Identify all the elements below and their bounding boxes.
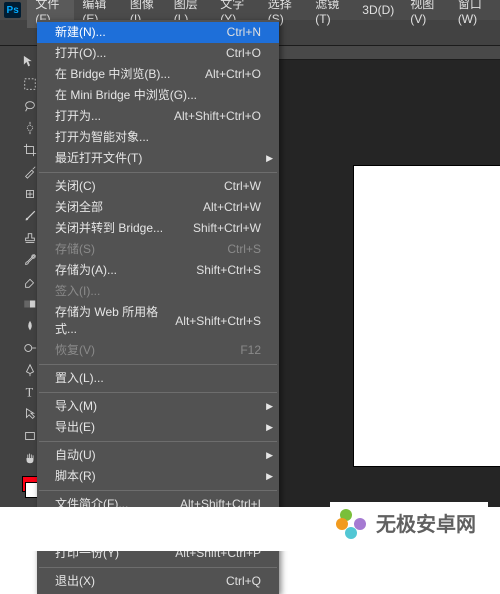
- dock-gutter: [0, 46, 16, 551]
- menu-separator: [39, 364, 277, 365]
- menu-item-shortcut: Alt+Ctrl+W: [203, 199, 261, 216]
- menu-item-shortcut: Shift+Ctrl+W: [193, 220, 261, 237]
- watermark: 无极安卓网: [330, 502, 488, 543]
- menu-item-shortcut: Ctrl+O: [226, 45, 261, 62]
- menu-item-label: 脚本(R): [55, 468, 96, 485]
- menu-6[interactable]: 滤镜(T): [307, 0, 354, 28]
- menu-item-shortcut: Ctrl+N: [227, 24, 261, 41]
- menu-separator: [39, 490, 277, 491]
- menu-item-label: 打开为...: [55, 108, 101, 125]
- menu-item-label: 置入(L)...: [55, 370, 104, 387]
- menu-item-label: 关闭(C): [55, 178, 96, 195]
- menu-item-shortcut: Alt+Shift+Ctrl+O: [174, 108, 261, 125]
- file-menu-item[interactable]: 打开为... Alt+Shift+Ctrl+O: [37, 106, 279, 127]
- menu-item-label: 存储为(A)...: [55, 262, 117, 279]
- menu-separator: [39, 567, 277, 568]
- menu-item-label: 打开为智能对象...: [55, 129, 149, 146]
- menu-item-label: 存储为 Web 所用格式...: [55, 304, 175, 338]
- file-menu-item[interactable]: 置入(L)...: [37, 368, 279, 389]
- menu-9[interactable]: 窗口(W): [450, 0, 500, 28]
- document-canvas[interactable]: [354, 166, 500, 466]
- photoshop-window: Ps 文件(F)编辑(E)图像(I)图层(L)文字(Y)选择(S)滤镜(T)3D…: [0, 0, 500, 551]
- file-menu-item[interactable]: 打开为智能对象...: [37, 127, 279, 148]
- menu-item-label: 恢复(V): [55, 342, 95, 359]
- file-menu-item: 存储(S) Ctrl+S: [37, 239, 279, 260]
- svg-text:T: T: [25, 385, 33, 399]
- menu-separator: [39, 172, 277, 173]
- submenu-arrow-icon: ▶: [266, 447, 273, 464]
- file-menu-item[interactable]: 存储为 Web 所用格式...Alt+Shift+Ctrl+S: [37, 302, 279, 340]
- file-menu-item[interactable]: 存储为(A)... Shift+Ctrl+S: [37, 260, 279, 281]
- menu-item-label: 导入(M): [55, 398, 97, 415]
- submenu-arrow-icon: ▶: [266, 150, 273, 167]
- menubar: Ps 文件(F)编辑(E)图像(I)图层(L)文字(Y)选择(S)滤镜(T)3D…: [0, 0, 500, 20]
- menu-item-label: 签入(I)...: [55, 283, 100, 300]
- menu-item-label: 存储(S): [55, 241, 95, 258]
- file-menu-item[interactable]: 关闭(C) Ctrl+W: [37, 176, 279, 197]
- menu-item-label: 在 Bridge 中浏览(B)...: [55, 66, 170, 83]
- menu-7[interactable]: 3D(D): [354, 1, 402, 19]
- menu-8[interactable]: 视图(V): [402, 0, 450, 28]
- menu-item-label: 关闭全部: [55, 199, 103, 216]
- menu-item-label: 关闭并转到 Bridge...: [55, 220, 163, 237]
- menu-item-label: 打开(O)...: [55, 45, 106, 62]
- app-logo[interactable]: Ps: [4, 2, 21, 18]
- menu-item-label: 在 Mini Bridge 中浏览(G)...: [55, 87, 197, 104]
- file-menu-item[interactable]: 导入(M) ▶: [37, 396, 279, 417]
- file-menu-item[interactable]: 新建(N)... Ctrl+N: [37, 22, 279, 43]
- menu-item-shortcut: Ctrl+Q: [226, 573, 261, 590]
- menu-separator: [39, 441, 277, 442]
- menu-item-shortcut: Ctrl+W: [224, 178, 261, 195]
- file-menu-item[interactable]: 关闭并转到 Bridge... Shift+Ctrl+W: [37, 218, 279, 239]
- file-menu-item[interactable]: 脚本(R) ▶: [37, 466, 279, 487]
- menu-item-shortcut: F12: [240, 342, 261, 359]
- file-menu-item[interactable]: 在 Bridge 中浏览(B)... Alt+Ctrl+O: [37, 64, 279, 85]
- menu-item-label: 导出(E): [55, 419, 95, 436]
- menu-separator: [39, 392, 277, 393]
- menu-item-shortcut: Alt+Shift+Ctrl+S: [175, 313, 261, 330]
- watermark-text: 无极安卓网: [376, 508, 476, 537]
- file-menu-item[interactable]: 关闭全部 Alt+Ctrl+W: [37, 197, 279, 218]
- submenu-arrow-icon: ▶: [266, 398, 273, 415]
- file-menu-item[interactable]: 退出(X) Ctrl+Q: [37, 571, 279, 592]
- menu-item-label: 自动(U): [55, 447, 96, 464]
- watermark-logo-icon: [336, 509, 368, 537]
- menu-item-label: 最近打开文件(T): [55, 150, 142, 167]
- file-menu-item[interactable]: 打开(O)... Ctrl+O: [37, 43, 279, 64]
- menu-item-label: 新建(N)...: [55, 24, 106, 41]
- menu-item-label: 退出(X): [55, 573, 95, 590]
- file-menu-item[interactable]: 自动(U) ▶: [37, 445, 279, 466]
- menu-item-shortcut: Ctrl+S: [227, 241, 261, 258]
- file-menu-item[interactable]: 在 Mini Bridge 中浏览(G)...: [37, 85, 279, 106]
- file-menu-item: 签入(I)...: [37, 281, 279, 302]
- file-menu-item[interactable]: 最近打开文件(T) ▶: [37, 148, 279, 169]
- menu-item-shortcut: Alt+Ctrl+O: [205, 66, 261, 83]
- submenu-arrow-icon: ▶: [266, 419, 273, 436]
- file-menu-item: 恢复(V) F12: [37, 340, 279, 361]
- file-menu-item[interactable]: 导出(E) ▶: [37, 417, 279, 438]
- menu-item-shortcut: Shift+Ctrl+S: [196, 262, 261, 279]
- submenu-arrow-icon: ▶: [266, 468, 273, 485]
